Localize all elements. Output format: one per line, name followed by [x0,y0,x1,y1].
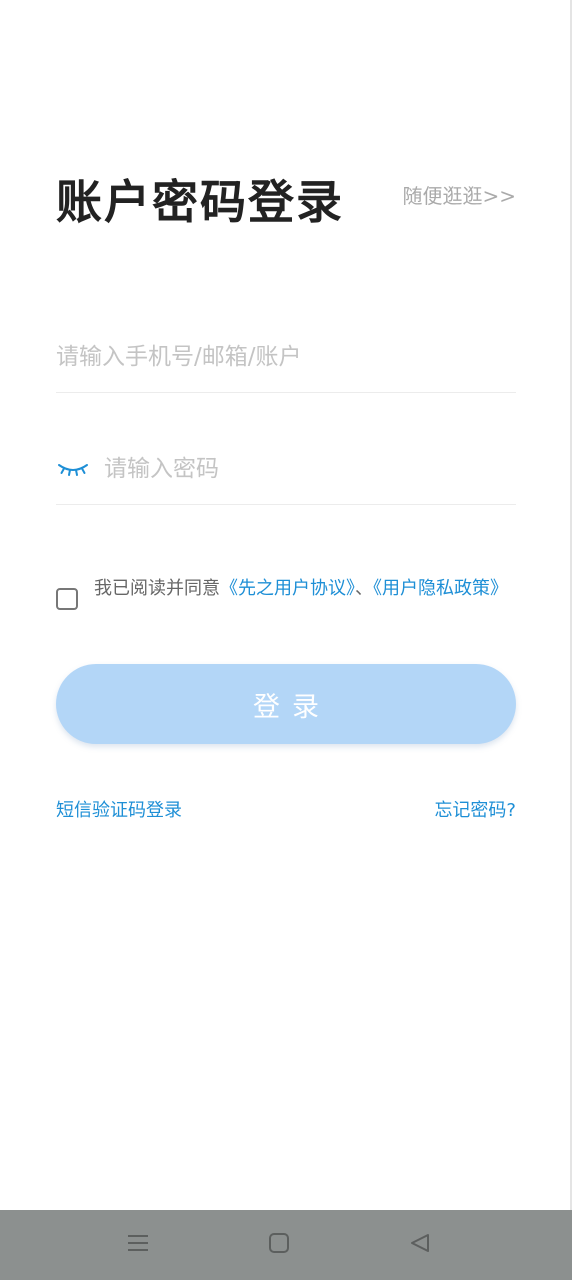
account-input[interactable] [56,337,516,377]
browse-as-guest-link[interactable]: 随便逛逛>> [402,180,516,209]
password-input-row [56,434,516,505]
privacy-policy-link[interactable]: 《用户隐私政策》 [373,578,508,599]
agreement-checkbox[interactable] [56,588,78,610]
system-navigation-bar [0,1210,572,1280]
login-screen: 账户密码登录 随便逛逛>> 我已阅读并同意《先之用户协议》、《用户隐私政策》 登… [0,0,572,1280]
nav-menu-button[interactable] [108,1210,168,1280]
sms-login-link[interactable]: 短信验证码登录 [56,796,182,822]
nav-back-button[interactable] [390,1210,450,1280]
password-input[interactable] [104,449,516,489]
agreement-row: 我已阅读并同意《先之用户协议》、《用户隐私政策》 [56,576,518,610]
home-square-icon [268,1232,290,1258]
agreement-prefix: 我已阅读并同意 [94,578,220,599]
user-agreement-link[interactable]: 《先之用户协议》 [220,578,355,599]
page-title: 账户密码登录 [56,175,344,229]
eye-closed-icon[interactable] [56,459,90,479]
menu-icon [127,1233,149,1257]
back-triangle-icon [409,1232,431,1258]
agreement-separator: 、 [355,578,373,599]
forgot-password-link[interactable]: 忘记密码? [434,796,516,822]
login-button[interactable]: 登录 [56,664,516,744]
account-input-row [56,322,516,393]
agreement-text: 我已阅读并同意《先之用户协议》、《用户隐私政策》 [94,576,508,602]
nav-home-button[interactable] [249,1210,309,1280]
